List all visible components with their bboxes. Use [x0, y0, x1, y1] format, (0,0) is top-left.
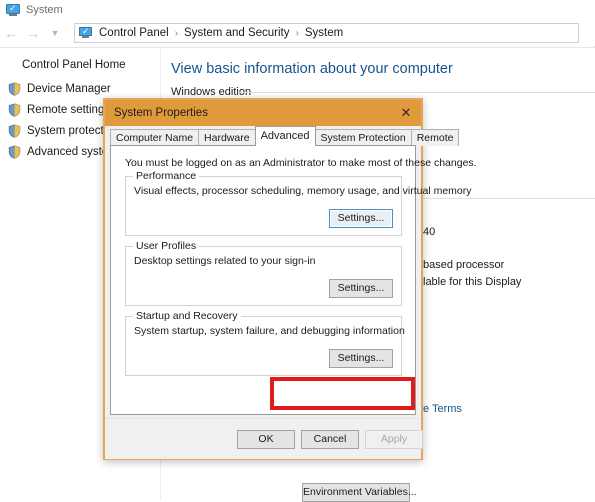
- environment-variables-button[interactable]: Environment Variables...: [302, 483, 417, 502]
- sidebar-item-label: Device Manager: [27, 83, 111, 95]
- advanced-tab-panel: You must be logged on as an Administrato…: [110, 145, 477, 415]
- sidebar-item-label: Remote settings: [27, 104, 111, 116]
- group-description: Desktop settings related to your sign-in: [134, 255, 316, 267]
- group-performance: Performance Visual effects, processor sc…: [125, 170, 472, 236]
- shield-icon: [8, 124, 21, 138]
- dialog-title: System Properties: [114, 107, 208, 119]
- background-text-fragment: based processor: [423, 259, 505, 271]
- navigation-bar: ← → ▼ ↑ ✓ Control Panel › System and Sec…: [0, 20, 595, 46]
- breadcrumb-separator-icon: ›: [174, 27, 179, 39]
- chevron-down-icon[interactable]: ▼: [44, 22, 66, 44]
- tab-system-protection[interactable]: System Protection: [314, 129, 412, 146]
- section-divider: [416, 198, 595, 199]
- dialog-titlebar: System Properties ✕: [105, 100, 421, 126]
- shield-icon: [8, 103, 21, 117]
- dialog-footer: OK Cancel Apply: [105, 418, 423, 459]
- system-monitor-icon: ✓: [79, 26, 92, 39]
- shield-icon: [8, 145, 21, 159]
- system-monitor-icon: ✓: [6, 4, 20, 16]
- arrow-left-icon[interactable]: ←: [0, 22, 22, 44]
- breadcrumb-item-system[interactable]: System: [303, 27, 345, 39]
- breadcrumb-item-control-panel[interactable]: Control Panel: [97, 27, 171, 39]
- group-title: Startup and Recovery: [133, 310, 241, 322]
- license-terms-link[interactable]: e Terms: [423, 403, 462, 415]
- apply-button: Apply: [365, 430, 423, 449]
- arrow-right-icon[interactable]: →: [22, 22, 44, 44]
- environment-variables-highlight-box: [270, 377, 415, 410]
- background-text-fragment: lable for this Display: [423, 276, 522, 288]
- window-titlebar: ✓ System: [0, 0, 595, 20]
- dialog-tabstrip: Computer Name Hardware Advanced System P…: [105, 126, 460, 146]
- group-title: User Profiles: [133, 240, 200, 252]
- breadcrumb-separator-icon: ›: [295, 27, 299, 39]
- system-control-panel-window: ✓ System ← → ▼ ↑ ✓ Control Panel › Syste…: [0, 0, 595, 502]
- section-divider: [239, 92, 595, 93]
- page-title: View basic information about your comput…: [171, 61, 453, 77]
- tab-advanced[interactable]: Advanced: [254, 126, 316, 146]
- performance-settings-button[interactable]: Settings...: [329, 209, 393, 228]
- group-user-profiles: User Profiles Desktop settings related t…: [125, 240, 402, 306]
- group-startup-and-recovery: Startup and Recovery System startup, sys…: [125, 310, 405, 376]
- shield-icon: [8, 82, 21, 96]
- group-title: Performance: [133, 170, 200, 182]
- group-description: Visual effects, processor scheduling, me…: [134, 185, 472, 197]
- cancel-button[interactable]: Cancel: [301, 430, 359, 449]
- close-icon[interactable]: ✕: [391, 100, 421, 126]
- group-description: System startup, system failure, and debu…: [134, 325, 405, 337]
- sidebar-item-device-manager[interactable]: Device Manager: [8, 80, 111, 98]
- sidebar-item-control-panel-home[interactable]: Control Panel Home: [22, 59, 126, 71]
- breadcrumb-item-system-and-security[interactable]: System and Security: [182, 27, 291, 39]
- user-profiles-settings-button[interactable]: Settings...: [329, 279, 393, 298]
- sidebar-item-remote-settings[interactable]: Remote settings: [8, 101, 110, 119]
- administrator-note: You must be logged on as an Administrato…: [125, 157, 477, 169]
- ok-button[interactable]: OK: [237, 430, 295, 449]
- tab-remote[interactable]: Remote: [410, 129, 460, 146]
- address-bar[interactable]: ✓ Control Panel › System and Security › …: [74, 23, 579, 43]
- tab-hardware[interactable]: Hardware: [198, 129, 256, 146]
- startup-recovery-settings-button[interactable]: Settings...: [329, 349, 393, 368]
- tab-computer-name[interactable]: Computer Name: [110, 129, 200, 146]
- background-text-fragment: 40: [423, 226, 436, 238]
- window-title: System: [26, 4, 63, 16]
